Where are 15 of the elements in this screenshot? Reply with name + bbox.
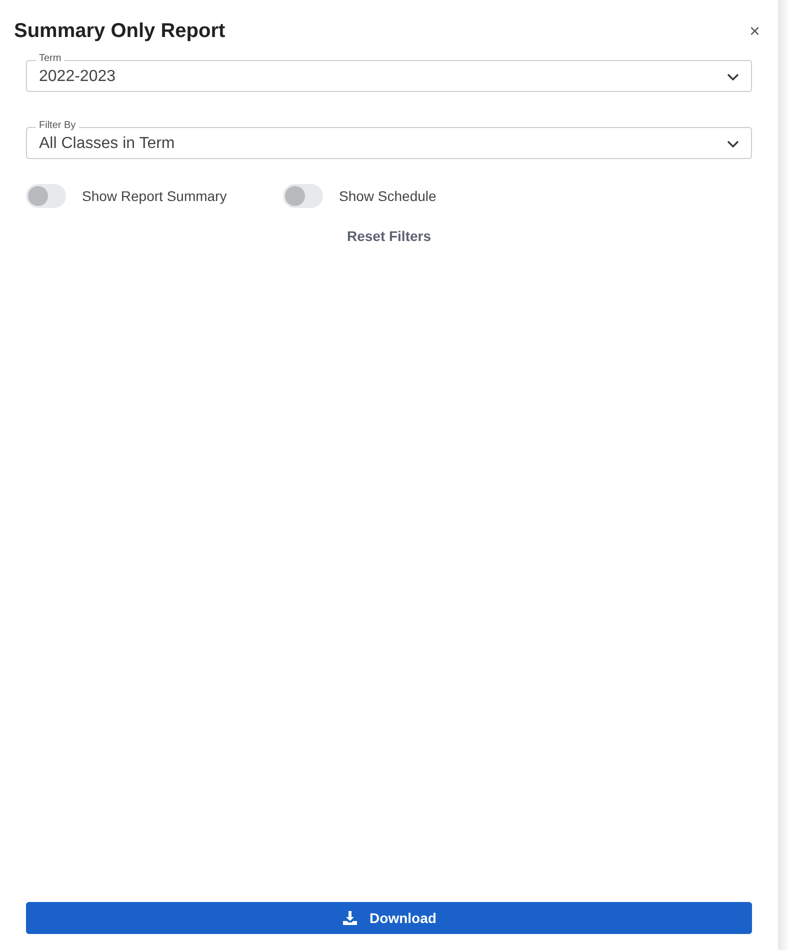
chevron-down-icon xyxy=(727,140,739,148)
download-icon xyxy=(342,910,358,926)
field-label: Filter By xyxy=(36,119,79,133)
field-value: All Classes in Term xyxy=(39,134,175,154)
toggle-switch[interactable] xyxy=(26,184,66,208)
toggle-label: Show Schedule xyxy=(339,186,436,206)
field-value: 2022-2023 xyxy=(39,66,116,86)
close-button[interactable]: × xyxy=(749,22,760,40)
select-field[interactable]: 2022-2023 xyxy=(26,60,752,92)
chevron-down-icon xyxy=(727,72,739,80)
download-button[interactable]: Download xyxy=(26,902,752,934)
reset-filters-link[interactable]: Reset Filters xyxy=(346,226,432,247)
toggle-label: Show Report Summary xyxy=(82,186,227,206)
dialog-title: Summary Only Report xyxy=(14,19,226,44)
toggle-switch[interactable] xyxy=(283,184,323,208)
